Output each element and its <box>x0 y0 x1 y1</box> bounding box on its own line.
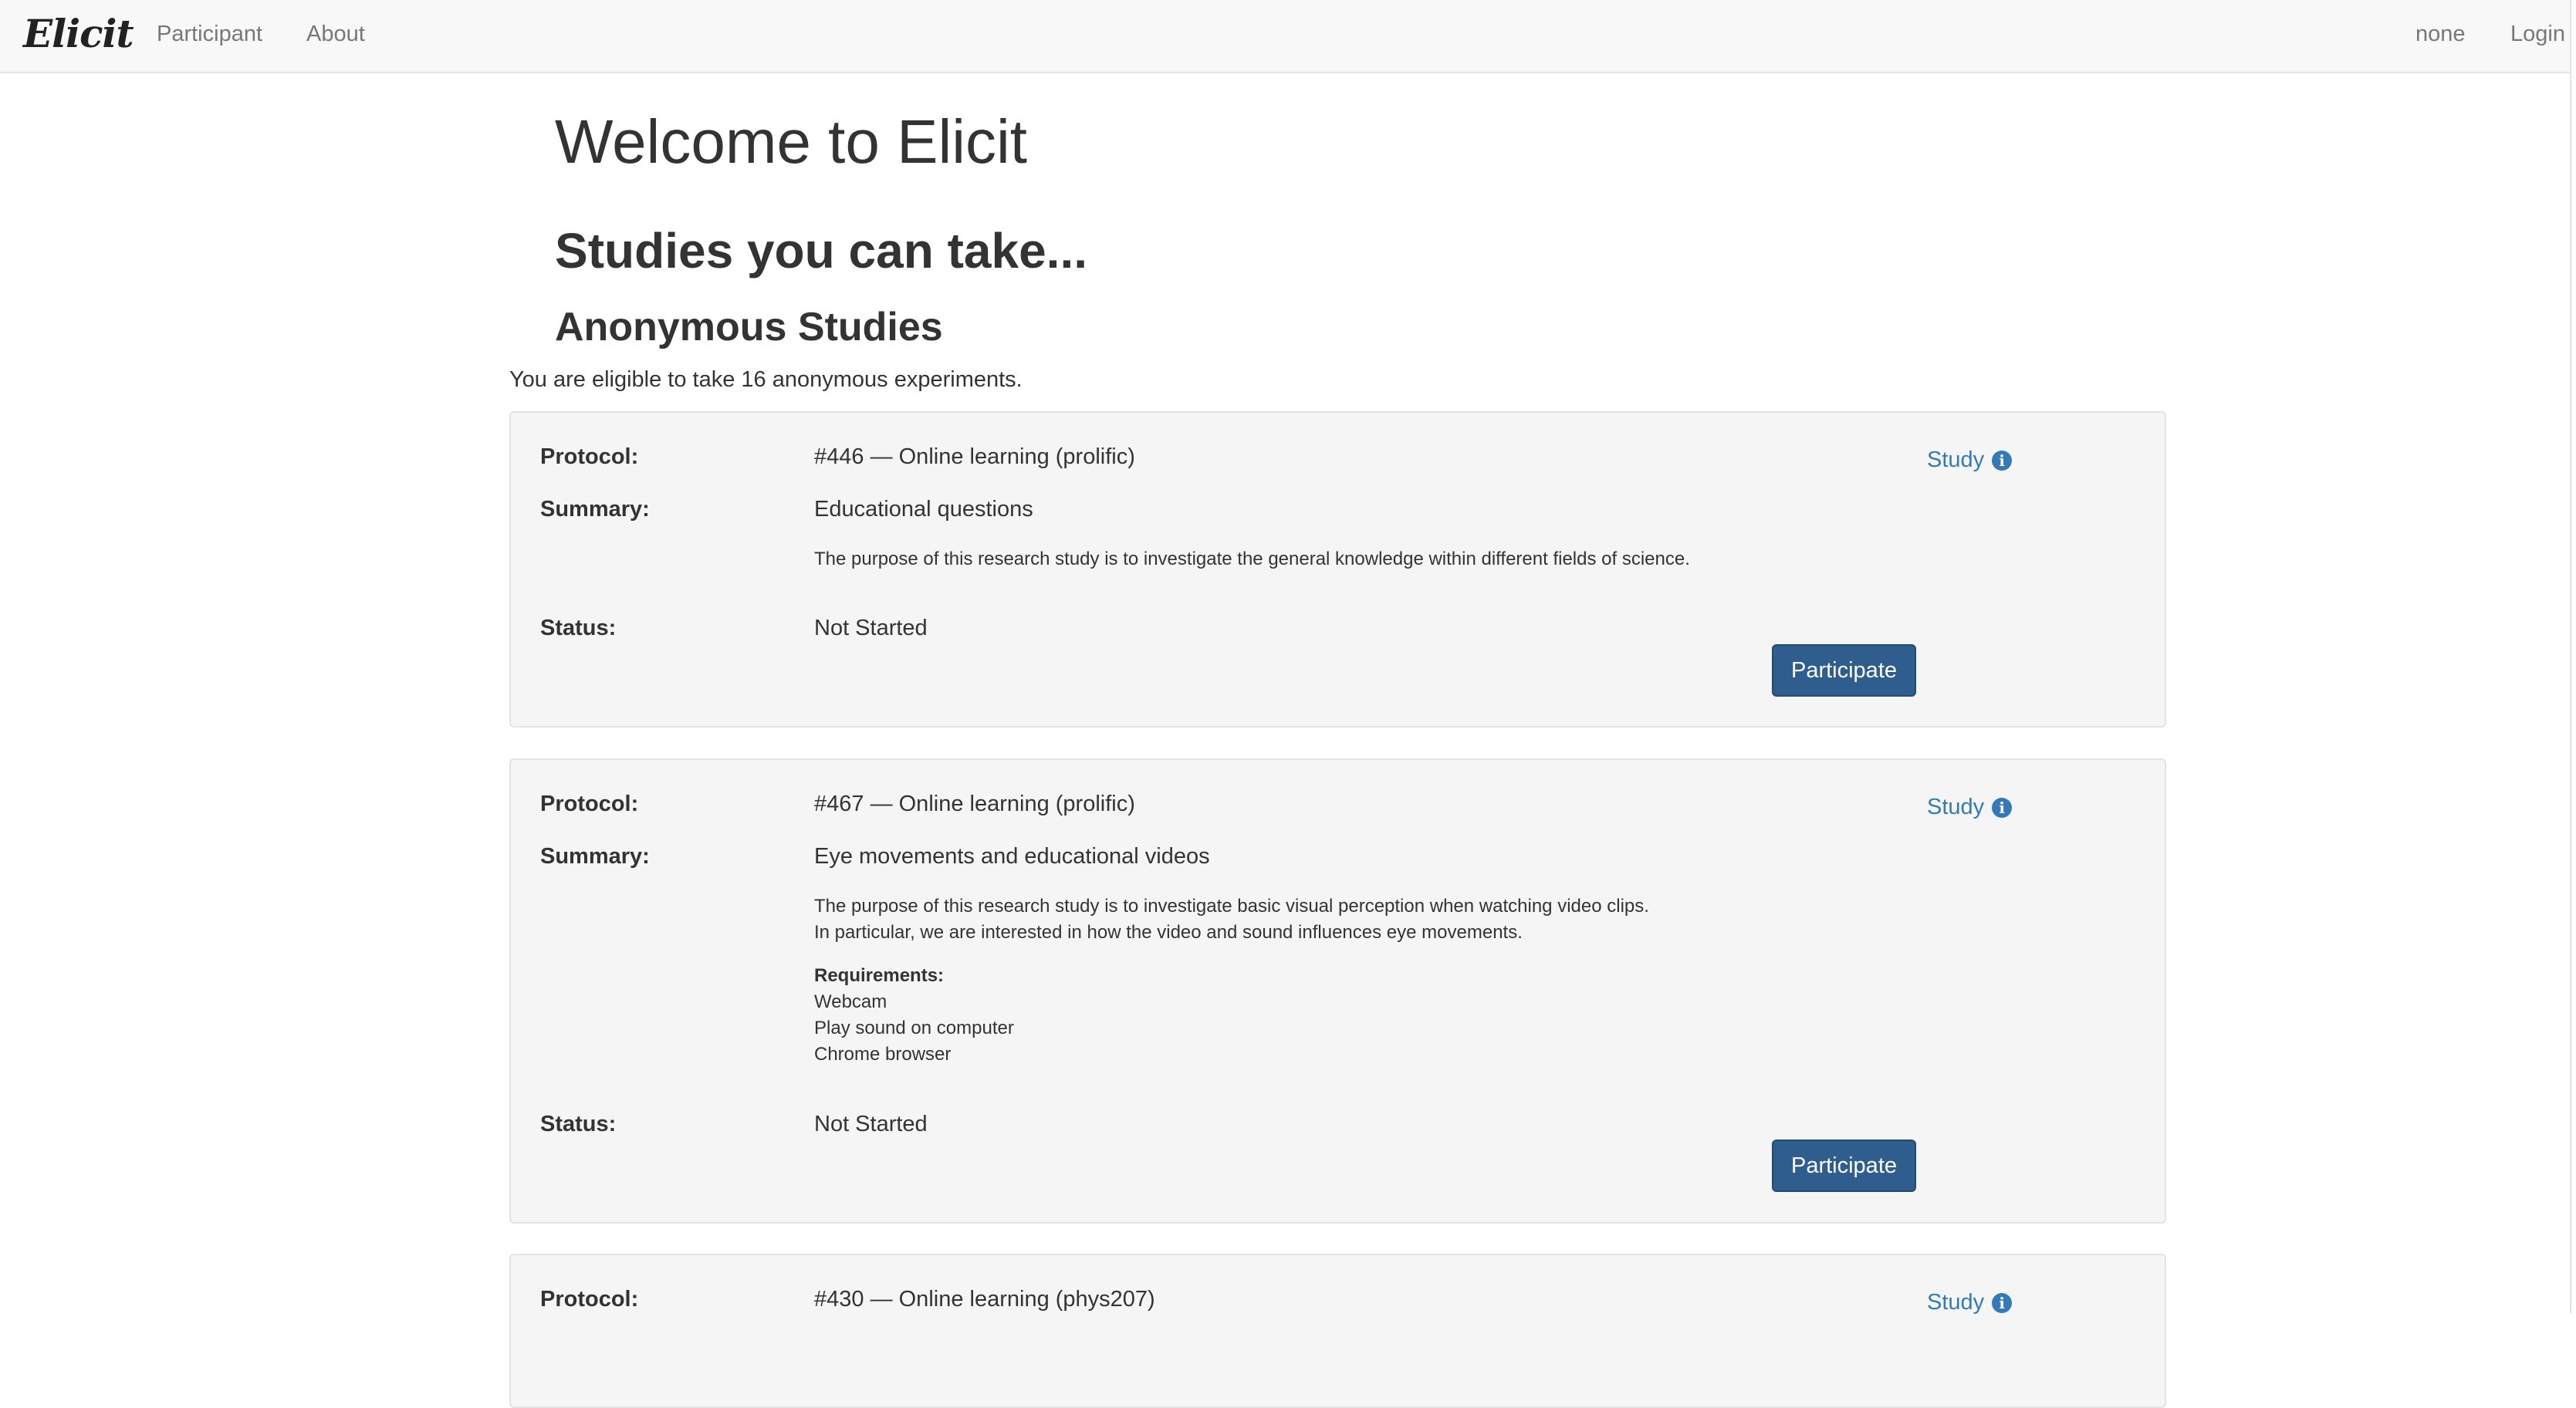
description-line: The purpose of this research study is to… <box>814 896 1649 917</box>
participate-button[interactable]: Participate <box>1772 1140 1916 1192</box>
requirement-item: Play sound on computer <box>814 1018 1014 1038</box>
info-circle-icon: i <box>1992 797 2013 818</box>
study-link-label: Study <box>1927 1290 1985 1315</box>
participate-button[interactable]: Participate <box>1772 644 1916 697</box>
studies-heading: Studies you can take... <box>555 223 1087 279</box>
protocol-label: Protocol: <box>540 1287 639 1312</box>
summary-label: Summary: <box>540 497 650 522</box>
protocol-label: Protocol: <box>540 792 639 816</box>
status-label: Status: <box>540 1112 617 1136</box>
requirements-block: Requirements: Webcam Play sound on compu… <box>814 963 1014 1068</box>
info-circle-icon: i <box>1992 450 2013 471</box>
study-info-link[interactable]: Study i <box>1927 795 2013 820</box>
requirement-item: Webcam <box>814 991 887 1012</box>
nav-user[interactable]: none <box>2415 22 2466 47</box>
study-info-link[interactable]: Study i <box>1927 447 2013 473</box>
study-card: Protocol: #430 — Online learning (phys20… <box>509 1254 2166 1408</box>
description-line: In particular, we are interested in how … <box>814 922 1523 943</box>
info-circle-icon: i <box>1992 1292 2013 1313</box>
nav-link-about[interactable]: About <box>306 22 365 47</box>
protocol-label: Protocol: <box>540 444 639 469</box>
study-card: Protocol: #446 — Online learning (prolif… <box>509 411 2166 728</box>
protocol-value: #430 — Online learning (phys207) <box>814 1287 1155 1312</box>
description-line: The purpose of this research study is to… <box>814 549 1690 569</box>
protocol-value: #446 — Online learning (prolific) <box>814 444 1135 469</box>
nav-login[interactable]: Login <box>2510 22 2565 47</box>
study-link-label: Study <box>1927 795 1985 819</box>
study-card: Protocol: #467 — Online learning (prolif… <box>509 758 2166 1224</box>
requirements-label: Requirements: <box>814 965 945 986</box>
eligibility-text: You are eligible to take 16 anonymous ex… <box>509 367 1023 392</box>
summary-value: Eye movements and educational videos <box>814 844 1210 869</box>
nav-link-participant[interactable]: Participant <box>157 22 262 47</box>
study-description: The purpose of this research study is to… <box>814 546 1690 572</box>
requirement-item: Chrome browser <box>814 1044 952 1065</box>
summary-value: Educational questions <box>814 497 1033 522</box>
summary-label: Summary: <box>540 844 650 869</box>
page-scrollbar[interactable] <box>2570 0 2576 1313</box>
page-title: Welcome to Elicit <box>555 107 1028 176</box>
status-label: Status: <box>540 616 617 640</box>
study-info-link[interactable]: Study i <box>1927 1290 2013 1315</box>
status-value: Not Started <box>814 616 928 640</box>
study-link-label: Study <box>1927 447 1985 472</box>
status-value: Not Started <box>814 1112 928 1136</box>
study-description: The purpose of this research study is to… <box>814 893 1649 946</box>
anonymous-studies-heading: Anonymous Studies <box>555 305 943 349</box>
brand-logo[interactable]: Elicit <box>23 11 134 56</box>
top-navbar: Elicit Participant About none Login <box>0 0 2570 73</box>
protocol-value: #467 — Online learning (prolific) <box>814 792 1135 816</box>
